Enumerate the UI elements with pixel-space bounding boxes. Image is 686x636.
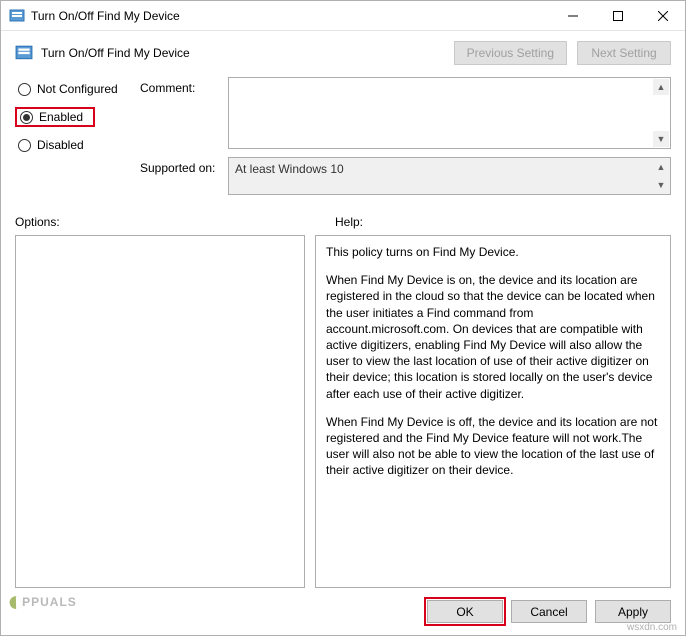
- scroll-down-icon[interactable]: ▼: [653, 131, 669, 147]
- policy-editor-window: Turn On/Off Find My Device Turn On/Off F…: [0, 0, 686, 636]
- radio-label: Enabled: [39, 110, 83, 124]
- radio-icon: [20, 111, 33, 124]
- previous-setting-button[interactable]: Previous Setting: [454, 41, 567, 65]
- radio-disabled[interactable]: Disabled: [15, 137, 130, 153]
- help-paragraph: When Find My Device is on, the device an…: [326, 272, 660, 402]
- radio-label: Disabled: [37, 138, 84, 152]
- subheader-title: Turn On/Off Find My Device: [41, 46, 190, 60]
- help-paragraph: This policy turns on Find My Device.: [326, 244, 660, 260]
- titlebar: Turn On/Off Find My Device: [1, 1, 685, 31]
- radio-icon: [18, 139, 31, 152]
- radio-enabled[interactable]: Enabled: [15, 107, 95, 127]
- cancel-button[interactable]: Cancel: [511, 600, 587, 623]
- supported-on-box: At least Windows 10 ▲ ▼: [228, 157, 671, 195]
- help-panel: This policy turns on Find My Device. Whe…: [315, 235, 671, 588]
- comment-label: Comment:: [140, 77, 220, 95]
- options-panel: [15, 235, 305, 588]
- comment-textarea[interactable]: ▲ ▼: [228, 77, 671, 149]
- dialog-footer: OK Cancel Apply: [1, 588, 685, 635]
- minimize-button[interactable]: [550, 1, 595, 30]
- close-button[interactable]: [640, 1, 685, 30]
- radio-not-configured[interactable]: Not Configured: [15, 81, 130, 97]
- subheader: Turn On/Off Find My Device Previous Sett…: [1, 31, 685, 71]
- window-title: Turn On/Off Find My Device: [31, 9, 550, 23]
- supported-on-value: At least Windows 10: [235, 162, 344, 176]
- apply-button[interactable]: Apply: [595, 600, 671, 623]
- app-icon: [9, 8, 25, 24]
- scroll-up-icon[interactable]: ▲: [653, 159, 669, 175]
- help-section-label: Help:: [335, 215, 363, 229]
- policy-icon: [15, 44, 33, 62]
- maximize-button[interactable]: [595, 1, 640, 30]
- scroll-up-icon[interactable]: ▲: [653, 79, 669, 95]
- help-paragraph: When Find My Device is off, the device a…: [326, 414, 660, 479]
- radio-icon: [18, 83, 31, 96]
- ok-button[interactable]: OK: [427, 600, 503, 623]
- next-setting-button[interactable]: Next Setting: [577, 41, 671, 65]
- scroll-down-icon[interactable]: ▼: [653, 177, 669, 193]
- options-section-label: Options:: [15, 215, 335, 229]
- state-radio-group: Not Configured Enabled Disabled: [15, 77, 130, 195]
- radio-label: Not Configured: [37, 82, 118, 96]
- supported-on-label: Supported on:: [140, 157, 220, 175]
- window-controls: [550, 1, 685, 30]
